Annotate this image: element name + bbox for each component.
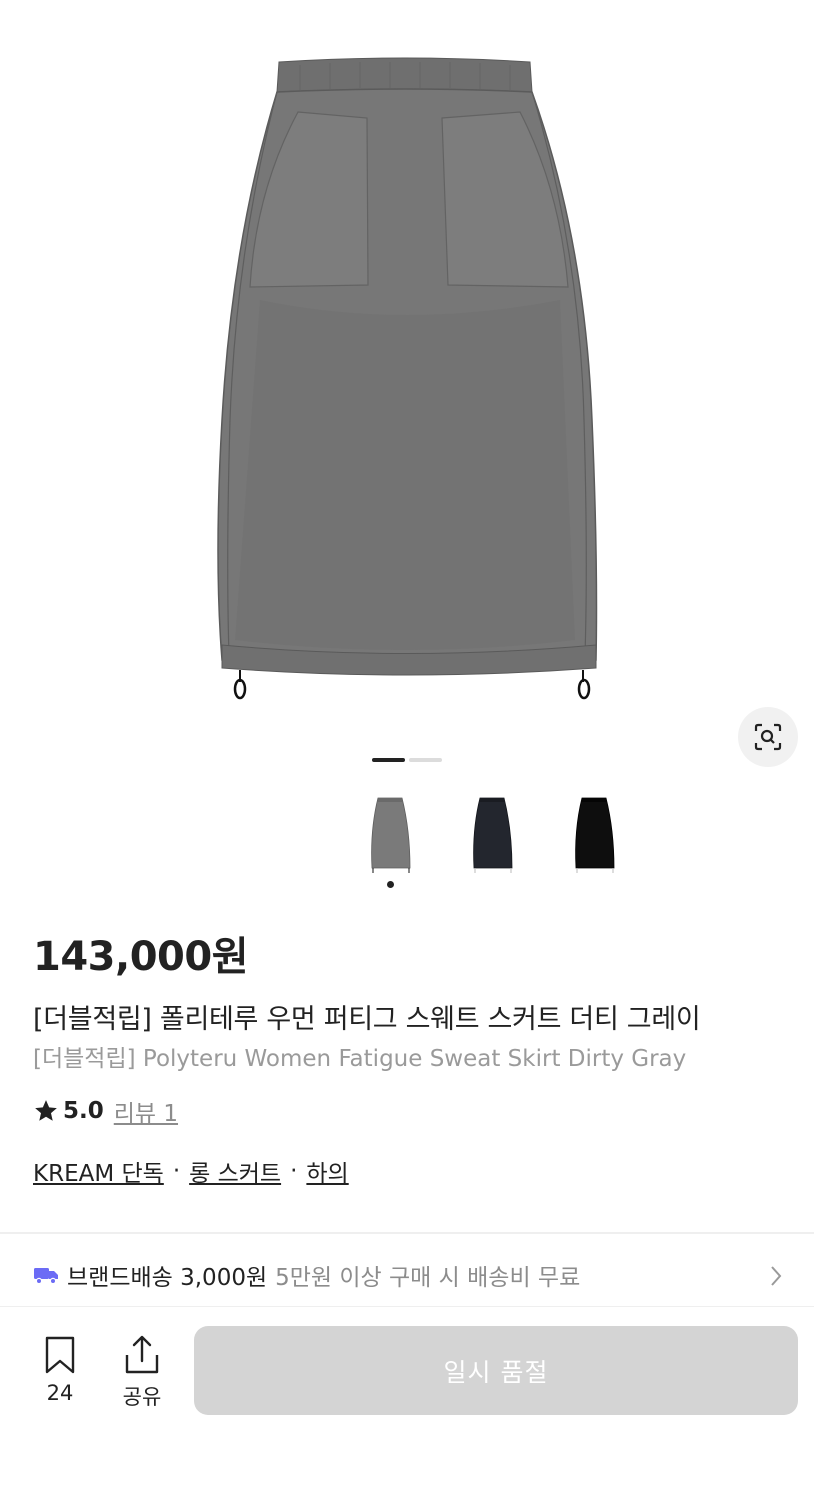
bookmark-icon bbox=[45, 1336, 75, 1374]
thumbnail-navy[interactable] bbox=[464, 790, 520, 884]
product-title-en: [더블적립] Polyteru Women Fatigue Sweat Skir… bbox=[33, 1046, 687, 1072]
thumbnail-gray[interactable] bbox=[362, 790, 418, 888]
star-icon bbox=[35, 1100, 57, 1121]
product-image bbox=[217, 57, 598, 700]
thumbnail-gray-image bbox=[371, 797, 411, 873]
product-price: 143,000원 bbox=[33, 934, 249, 980]
tag-separator: · bbox=[290, 1158, 298, 1184]
product-gallery[interactable] bbox=[0, 0, 814, 780]
bookmark-count: 24 bbox=[46, 1381, 74, 1405]
share-label: 공유 bbox=[122, 1385, 162, 1409]
bottom-action-bar: 24 공유 일시 품절 bbox=[0, 1307, 814, 1500]
tag-long-skirt[interactable]: 롱 스커트 bbox=[189, 1154, 281, 1188]
share-button[interactable]: 공유 bbox=[112, 1335, 172, 1411]
color-thumbnails bbox=[362, 790, 622, 888]
pager-segment-2[interactable] bbox=[409, 758, 442, 762]
shipping-label: 브랜드배송 3,000원 bbox=[67, 1265, 268, 1291]
selected-indicator bbox=[386, 881, 394, 888]
thumbnail-black-image bbox=[575, 797, 615, 873]
lens-search-button[interactable] bbox=[738, 707, 798, 767]
review-link[interactable]: 리뷰 1 bbox=[114, 1094, 178, 1128]
tag-separator: · bbox=[172, 1158, 181, 1184]
chevron-right-icon bbox=[771, 1266, 782, 1286]
product-rating: 5.0 리뷰 1 bbox=[33, 1094, 178, 1128]
share-icon bbox=[125, 1335, 159, 1374]
section-divider bbox=[0, 1232, 814, 1234]
category-tags: KREAM 단독 · 롱 스커트 · 하의 bbox=[33, 1154, 349, 1188]
shipping-note: 5만원 이상 구매 시 배송비 무료 bbox=[275, 1265, 581, 1291]
shipping-info-row[interactable]: 브랜드배송 3,000원 5만원 이상 구매 시 배송비 무료 bbox=[33, 1256, 793, 1294]
pager-segment-1[interactable] bbox=[372, 758, 405, 762]
lens-search-icon bbox=[754, 723, 782, 751]
bookmark-button[interactable]: 24 bbox=[30, 1335, 90, 1405]
tag-kream-exclusive[interactable]: KREAM 단독 bbox=[33, 1154, 164, 1188]
rating-score: 5.0 bbox=[63, 1098, 104, 1124]
product-title-ko: [더블적립] 폴리테루 우먼 퍼티그 스웨트 스커트 더티 그레이 bbox=[33, 1004, 701, 1035]
gallery-pager bbox=[372, 758, 442, 762]
soldout-button[interactable]: 일시 품절 bbox=[194, 1326, 798, 1415]
thumbnail-black[interactable] bbox=[566, 790, 622, 884]
tag-bottoms[interactable]: 하의 bbox=[306, 1154, 348, 1188]
truck-icon bbox=[34, 1268, 58, 1285]
thumbnail-navy-image bbox=[473, 797, 513, 873]
